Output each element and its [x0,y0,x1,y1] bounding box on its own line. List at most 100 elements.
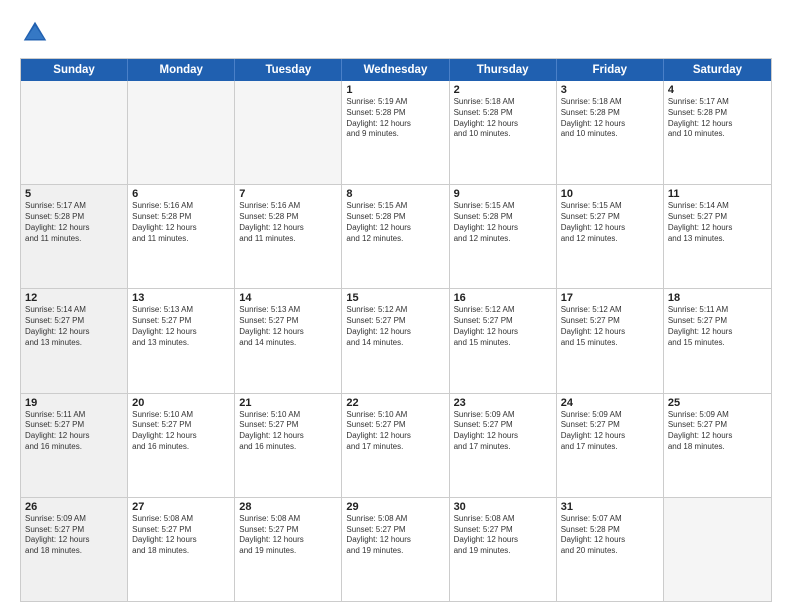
calendar-cell: 4Sunrise: 5:17 AM Sunset: 5:28 PM Daylig… [664,81,771,184]
day-number: 11 [668,188,767,200]
cell-info: Sunrise: 5:12 AM Sunset: 5:27 PM Dayligh… [561,305,659,348]
cell-info: Sunrise: 5:18 AM Sunset: 5:28 PM Dayligh… [561,97,659,140]
calendar-cell: 18Sunrise: 5:11 AM Sunset: 5:27 PM Dayli… [664,289,771,392]
calendar-cell [128,81,235,184]
day-number: 27 [132,501,230,513]
calendar-row: 26Sunrise: 5:09 AM Sunset: 5:27 PM Dayli… [21,498,771,601]
cell-info: Sunrise: 5:13 AM Sunset: 5:27 PM Dayligh… [239,305,337,348]
calendar-cell: 31Sunrise: 5:07 AM Sunset: 5:28 PM Dayli… [557,498,664,601]
calendar-cell: 21Sunrise: 5:10 AM Sunset: 5:27 PM Dayli… [235,394,342,497]
logo-icon [20,18,50,48]
weekday-header: Saturday [664,59,771,81]
day-number: 18 [668,292,767,304]
calendar-cell [21,81,128,184]
calendar-cell: 23Sunrise: 5:09 AM Sunset: 5:27 PM Dayli… [450,394,557,497]
cell-info: Sunrise: 5:12 AM Sunset: 5:27 PM Dayligh… [346,305,444,348]
calendar-cell: 2Sunrise: 5:18 AM Sunset: 5:28 PM Daylig… [450,81,557,184]
cell-info: Sunrise: 5:08 AM Sunset: 5:27 PM Dayligh… [346,514,444,557]
calendar-cell: 27Sunrise: 5:08 AM Sunset: 5:27 PM Dayli… [128,498,235,601]
day-number: 3 [561,84,659,96]
day-number: 26 [25,501,123,513]
day-number: 20 [132,397,230,409]
calendar-cell: 19Sunrise: 5:11 AM Sunset: 5:27 PM Dayli… [21,394,128,497]
cell-info: Sunrise: 5:17 AM Sunset: 5:28 PM Dayligh… [668,97,767,140]
calendar-cell: 12Sunrise: 5:14 AM Sunset: 5:27 PM Dayli… [21,289,128,392]
day-number: 5 [25,188,123,200]
day-number: 25 [668,397,767,409]
calendar-cell: 7Sunrise: 5:16 AM Sunset: 5:28 PM Daylig… [235,185,342,288]
cell-info: Sunrise: 5:09 AM Sunset: 5:27 PM Dayligh… [561,410,659,453]
day-number: 30 [454,501,552,513]
cell-info: Sunrise: 5:08 AM Sunset: 5:27 PM Dayligh… [454,514,552,557]
day-number: 6 [132,188,230,200]
cell-info: Sunrise: 5:19 AM Sunset: 5:28 PM Dayligh… [346,97,444,140]
cell-info: Sunrise: 5:15 AM Sunset: 5:28 PM Dayligh… [454,201,552,244]
calendar-cell: 28Sunrise: 5:08 AM Sunset: 5:27 PM Dayli… [235,498,342,601]
day-number: 13 [132,292,230,304]
calendar-cell: 29Sunrise: 5:08 AM Sunset: 5:27 PM Dayli… [342,498,449,601]
cell-info: Sunrise: 5:11 AM Sunset: 5:27 PM Dayligh… [668,305,767,348]
day-number: 24 [561,397,659,409]
page: SundayMondayTuesdayWednesdayThursdayFrid… [0,0,792,612]
day-number: 29 [346,501,444,513]
cell-info: Sunrise: 5:16 AM Sunset: 5:28 PM Dayligh… [239,201,337,244]
day-number: 15 [346,292,444,304]
calendar-cell: 10Sunrise: 5:15 AM Sunset: 5:27 PM Dayli… [557,185,664,288]
day-number: 7 [239,188,337,200]
day-number: 23 [454,397,552,409]
calendar-cell: 17Sunrise: 5:12 AM Sunset: 5:27 PM Dayli… [557,289,664,392]
cell-info: Sunrise: 5:18 AM Sunset: 5:28 PM Dayligh… [454,97,552,140]
cell-info: Sunrise: 5:17 AM Sunset: 5:28 PM Dayligh… [25,201,123,244]
calendar-cell: 16Sunrise: 5:12 AM Sunset: 5:27 PM Dayli… [450,289,557,392]
cell-info: Sunrise: 5:13 AM Sunset: 5:27 PM Dayligh… [132,305,230,348]
weekday-header: Monday [128,59,235,81]
cell-info: Sunrise: 5:15 AM Sunset: 5:27 PM Dayligh… [561,201,659,244]
cell-info: Sunrise: 5:16 AM Sunset: 5:28 PM Dayligh… [132,201,230,244]
calendar-header: SundayMondayTuesdayWednesdayThursdayFrid… [21,59,771,81]
calendar-cell: 9Sunrise: 5:15 AM Sunset: 5:28 PM Daylig… [450,185,557,288]
cell-info: Sunrise: 5:12 AM Sunset: 5:27 PM Dayligh… [454,305,552,348]
day-number: 19 [25,397,123,409]
cell-info: Sunrise: 5:15 AM Sunset: 5:28 PM Dayligh… [346,201,444,244]
cell-info: Sunrise: 5:10 AM Sunset: 5:27 PM Dayligh… [132,410,230,453]
cell-info: Sunrise: 5:14 AM Sunset: 5:27 PM Dayligh… [25,305,123,348]
calendar-cell: 30Sunrise: 5:08 AM Sunset: 5:27 PM Dayli… [450,498,557,601]
cell-info: Sunrise: 5:11 AM Sunset: 5:27 PM Dayligh… [25,410,123,453]
weekday-header: Wednesday [342,59,449,81]
calendar-cell: 5Sunrise: 5:17 AM Sunset: 5:28 PM Daylig… [21,185,128,288]
cell-info: Sunrise: 5:09 AM Sunset: 5:27 PM Dayligh… [668,410,767,453]
calendar-cell: 24Sunrise: 5:09 AM Sunset: 5:27 PM Dayli… [557,394,664,497]
calendar-cell: 8Sunrise: 5:15 AM Sunset: 5:28 PM Daylig… [342,185,449,288]
day-number: 22 [346,397,444,409]
day-number: 9 [454,188,552,200]
cell-info: Sunrise: 5:14 AM Sunset: 5:27 PM Dayligh… [668,201,767,244]
day-number: 17 [561,292,659,304]
calendar-cell: 22Sunrise: 5:10 AM Sunset: 5:27 PM Dayli… [342,394,449,497]
calendar-cell: 15Sunrise: 5:12 AM Sunset: 5:27 PM Dayli… [342,289,449,392]
weekday-header: Tuesday [235,59,342,81]
day-number: 2 [454,84,552,96]
cell-info: Sunrise: 5:08 AM Sunset: 5:27 PM Dayligh… [132,514,230,557]
calendar-cell: 20Sunrise: 5:10 AM Sunset: 5:27 PM Dayli… [128,394,235,497]
calendar-cell: 26Sunrise: 5:09 AM Sunset: 5:27 PM Dayli… [21,498,128,601]
day-number: 12 [25,292,123,304]
calendar-cell: 3Sunrise: 5:18 AM Sunset: 5:28 PM Daylig… [557,81,664,184]
logo [20,18,56,48]
calendar-cell [664,498,771,601]
day-number: 14 [239,292,337,304]
day-number: 16 [454,292,552,304]
day-number: 10 [561,188,659,200]
weekday-header: Thursday [450,59,557,81]
calendar-row: 1Sunrise: 5:19 AM Sunset: 5:28 PM Daylig… [21,81,771,185]
day-number: 4 [668,84,767,96]
cell-info: Sunrise: 5:07 AM Sunset: 5:28 PM Dayligh… [561,514,659,557]
weekday-header: Friday [557,59,664,81]
calendar-body: 1Sunrise: 5:19 AM Sunset: 5:28 PM Daylig… [21,81,771,601]
weekday-header: Sunday [21,59,128,81]
cell-info: Sunrise: 5:08 AM Sunset: 5:27 PM Dayligh… [239,514,337,557]
header [20,18,772,48]
calendar-cell: 25Sunrise: 5:09 AM Sunset: 5:27 PM Dayli… [664,394,771,497]
calendar-row: 12Sunrise: 5:14 AM Sunset: 5:27 PM Dayli… [21,289,771,393]
calendar-cell: 13Sunrise: 5:13 AM Sunset: 5:27 PM Dayli… [128,289,235,392]
day-number: 1 [346,84,444,96]
